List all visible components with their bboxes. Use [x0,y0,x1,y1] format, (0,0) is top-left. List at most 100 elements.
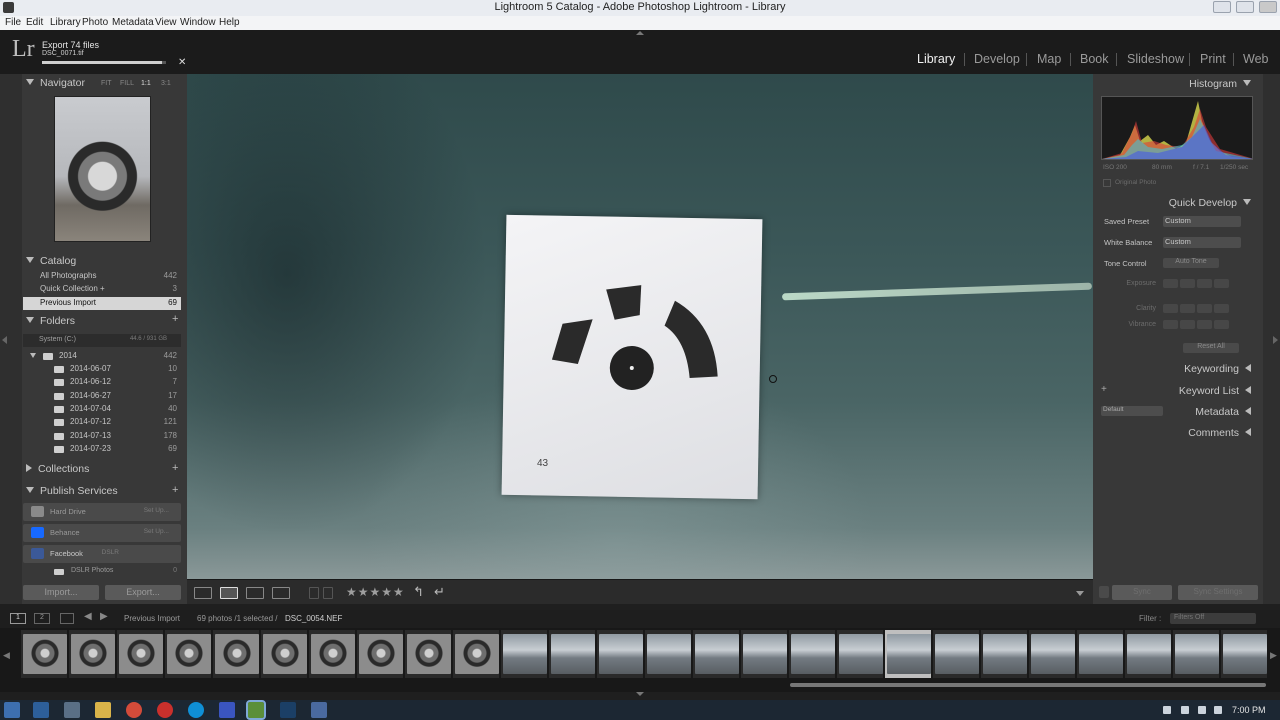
taskbar-app-icon[interactable] [311,702,327,718]
catalog-item-all-photographs[interactable]: All Photographs 442 [23,270,181,283]
add-folder-icon[interactable]: + [172,313,178,325]
catalog-header[interactable]: Catalog [26,255,76,267]
nav-mode-1-1[interactable]: 1:1 [141,80,151,87]
publish-behance[interactable]: Behance Set Up... [23,524,181,542]
clarity-increase-large[interactable] [1214,304,1229,313]
taskbar-app-icon[interactable] [157,702,173,718]
filmstrip-scrollbar[interactable] [790,683,1266,687]
folder-2014-07-12[interactable]: 2014-07-12 121 [23,416,181,429]
skype-icon[interactable] [188,702,204,718]
filmstrip-cell[interactable] [1125,630,1171,678]
filmstrip-cell[interactable] [933,630,979,678]
clarity-decrease[interactable] [1180,304,1195,313]
keyword-list-header[interactable]: Keyword List [1179,385,1251,397]
menu-file[interactable]: File [5,17,21,28]
nav-mode-3-1[interactable]: 3:1 [161,80,171,87]
reset-all-button[interactable]: Reset All [1183,343,1239,353]
filter-select[interactable]: Filters Off [1170,613,1256,624]
lightroom-taskbar-icon[interactable] [246,700,266,720]
publish-services-header[interactable]: Publish Services [26,485,118,497]
comments-header[interactable]: Comments [1188,427,1251,439]
filmstrip-cell[interactable] [117,630,163,678]
add-collection-icon[interactable]: + [172,462,178,474]
volume-system-c[interactable]: System (C:) 44.6 / 931 GB [23,334,181,347]
grid-view-icon[interactable] [194,587,212,599]
folder-2014-06-27[interactable]: 2014-06-27 17 [23,390,181,403]
filmstrip-cell[interactable] [261,630,307,678]
catalog-item-previous-import[interactable]: Previous Import 69 [23,297,181,310]
filmstrip-scroll-right-icon[interactable]: ▶ [1270,650,1277,661]
menu-metadata[interactable]: Metadata [112,17,154,28]
metadata-preset-select[interactable]: Default [1101,406,1163,416]
vibrance-increase-large[interactable] [1214,320,1229,329]
minimize-button[interactable] [1213,1,1231,13]
menu-edit[interactable]: Edit [26,17,43,28]
saved-preset-select[interactable]: Custom [1163,216,1241,227]
taskbar-app-icon[interactable] [64,702,80,718]
filmstrip-scroll-left-icon[interactable]: ◀ [3,650,10,661]
flag-pick-icon[interactable] [309,587,319,599]
menu-window[interactable]: Window [180,17,216,28]
module-web[interactable]: Web [1243,52,1268,66]
auto-sync-toggle[interactable] [1099,586,1109,598]
filmstrip-cell[interactable] [981,630,1027,678]
tray-icon[interactable] [1198,706,1206,714]
exposure-increase[interactable] [1197,279,1212,288]
filmstrip-cell[interactable] [21,630,67,678]
folder-2014-06-12[interactable]: 2014-06-12 7 [23,376,181,389]
keywording-header[interactable]: Keywording [1184,363,1251,375]
filmstrip-cell[interactable] [165,630,211,678]
filmstrip-cell[interactable] [405,630,451,678]
exposure-increase-large[interactable] [1214,279,1229,288]
add-publish-service-icon[interactable]: + [172,484,178,496]
folders-header[interactable]: Folders [26,315,75,327]
loupe-view[interactable]: 43 [187,74,1093,579]
tray-icon[interactable] [1181,706,1189,714]
folder-2014-07-23[interactable]: 2014-07-23 69 [23,443,181,456]
star-rating[interactable]: ★★★★★ [346,585,405,599]
filmstrip-cell-selected[interactable] [885,630,931,678]
catalog-item-quick-collection[interactable]: Quick Collection + 3 [23,283,181,296]
filmstrip-cell[interactable] [357,630,403,678]
filmstrip-cell[interactable] [789,630,835,678]
taskbar-app-icon[interactable] [219,702,235,718]
start-button-icon[interactable] [4,702,20,718]
filmstrip-cell[interactable] [1077,630,1123,678]
filmstrip-source[interactable]: Previous Import [124,614,180,623]
second-window-button[interactable]: 2 [34,613,50,624]
tray-icon[interactable] [1163,706,1171,714]
white-balance-select[interactable]: Custom [1163,237,1241,248]
exposure-decrease-large[interactable] [1163,279,1178,288]
module-map[interactable]: Map [1037,52,1061,66]
compare-view-icon[interactable] [246,587,264,599]
collapse-bottom-icon[interactable] [636,692,644,696]
filmstrip-cell[interactable] [309,630,355,678]
maximize-button[interactable] [1236,1,1254,13]
survey-view-icon[interactable] [272,587,290,599]
taskbar-clock[interactable]: 7:00 PM [1232,705,1266,715]
exposure-decrease[interactable] [1180,279,1195,288]
collapse-right-panel-icon[interactable] [1273,336,1278,344]
filmstrip-cell[interactable] [597,630,643,678]
file-explorer-icon[interactable] [95,702,111,718]
chrome-icon[interactable] [126,702,142,718]
loupe-view-icon[interactable] [220,587,238,599]
filmstrip-cell[interactable] [213,630,259,678]
sync-settings-button[interactable]: Sync Settings [1178,585,1258,600]
back-arrow-icon[interactable]: ◀ [84,611,92,622]
forward-arrow-icon[interactable]: ▶ [100,611,108,622]
histogram-graph[interactable] [1101,96,1253,160]
module-slideshow[interactable]: Slideshow [1127,52,1184,66]
menu-view[interactable]: View [155,17,177,28]
navigator-header[interactable]: Navigator [26,77,85,89]
rotate-left-icon[interactable]: ↰ [413,584,424,600]
flag-reject-icon[interactable] [323,587,333,599]
original-photo-checkbox[interactable] [1103,179,1111,187]
filmstrip-cell[interactable] [1173,630,1219,678]
filmstrip-cell[interactable] [693,630,739,678]
menu-library[interactable]: Library [50,17,81,28]
publish-collection-dslr-photos[interactable]: DSLR Photos 0 [23,566,181,577]
grid-shortcut-icon[interactable] [60,613,74,624]
nav-mode-fill[interactable]: FILL [120,80,134,87]
filmstrip-cell[interactable] [453,630,499,678]
